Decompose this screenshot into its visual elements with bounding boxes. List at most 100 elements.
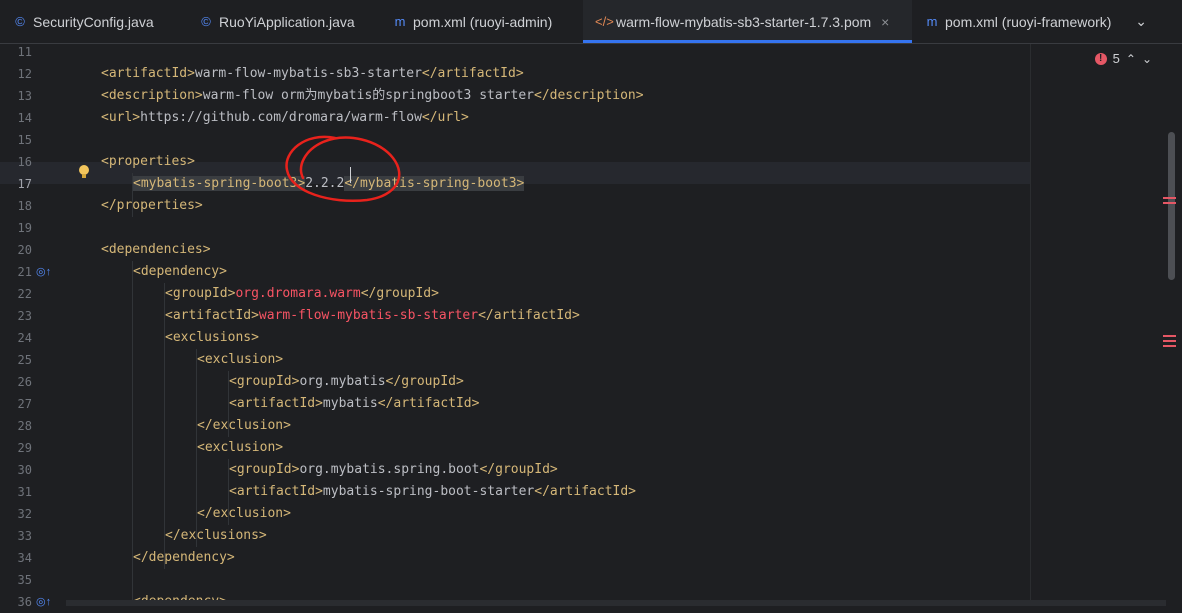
line-number: 14 — [17, 111, 32, 125]
line-number: 34 — [17, 551, 32, 565]
line-number: 32 — [17, 507, 32, 521]
maven-icon: m — [394, 14, 406, 29]
line-number: 27 — [17, 397, 32, 411]
line-number: 22 — [17, 287, 32, 301]
problem-count: 5 — [1112, 51, 1120, 66]
xml-tag: <artifactId> — [165, 308, 259, 323]
error-icon: ! — [1094, 52, 1107, 65]
xml-tag: <exclusions> — [165, 330, 259, 345]
xml-tag: </url> — [421, 110, 469, 125]
code-line[interactable]: <artifactId>warm-flow-mybatis-sb-starter… — [165, 305, 580, 327]
code-line[interactable]: </properties> — [101, 195, 203, 217]
previous-problem-icon[interactable]: ⌃ — [1126, 52, 1136, 66]
lightbulb-icon[interactable] — [77, 164, 91, 180]
code-line[interactable]: </exclusion> — [197, 415, 291, 437]
tab-list-chevron-icon[interactable]: ⌄ — [1135, 0, 1147, 43]
tab-label: warm-flow-mybatis-sb3-starter-1.7.3.pom — [616, 13, 872, 30]
c-class-icon: © — [201, 14, 211, 29]
code-line[interactable]: <dependency> — [133, 261, 227, 283]
line-number: 13 — [17, 89, 32, 103]
code-line[interactable]: </exclusions> — [165, 525, 267, 547]
code-line[interactable]: <artifactId>warm-flow-mybatis-sb3-starte… — [101, 63, 524, 85]
xml-text: warm-flow orm为mybatis的springboot3 starte… — [202, 88, 534, 103]
code-line[interactable]: <artifactId>mybatis-spring-boot-starter<… — [229, 481, 636, 503]
code-line[interactable]: <artifactId>mybatis</artifactId> — [229, 393, 479, 415]
implemented-up-icon[interactable]: ◎↑ — [36, 265, 51, 279]
xml-tag: <url> — [101, 110, 141, 125]
xml-tag: <properties> — [101, 154, 195, 169]
error-stripe-mark[interactable] — [1163, 345, 1176, 347]
indent-guide — [132, 261, 133, 606]
tab-1[interactable]: © RuoYiApplication.java — [186, 0, 380, 43]
line-number: 15 — [17, 133, 32, 147]
line-number: 35 — [17, 573, 32, 587]
code-line[interactable]: </exclusion> — [197, 503, 291, 525]
code-line[interactable]: <properties> — [101, 151, 195, 173]
xml-text: org.mybatis — [299, 374, 386, 389]
xml-tag: <artifactId> — [101, 66, 195, 81]
error-stripe-mark[interactable] — [1163, 197, 1176, 199]
indent-guide — [132, 173, 133, 217]
error-stripe-mark[interactable] — [1163, 335, 1176, 337]
xml-tag: <artifactId> — [229, 396, 323, 411]
xml-tag: </artifactId> — [534, 484, 636, 499]
tab-3[interactable]: </> warm-flow-mybatis-sb3-starter-1.7.3.p… — [583, 0, 912, 43]
xml-tag: </artifactId> — [478, 308, 580, 323]
tab-label: SecurityConfig.java — [33, 13, 154, 30]
tab-label: RuoYiApplication.java — [219, 13, 355, 30]
tab-2[interactable]: m pom.xml (ruoyi-admin) — [380, 0, 583, 43]
inspection-widget[interactable]: ! 5 ⌃ ⌄ — [1094, 51, 1152, 66]
line-number: 29 — [17, 441, 32, 455]
indent-guide — [228, 371, 229, 437]
indent-guide — [228, 459, 229, 525]
tab-label: pom.xml (ruoyi-framework) — [945, 13, 1112, 30]
xml-tag: <exclusion> — [197, 352, 284, 367]
editor-tab-bar: © SecurityConfig.java © RuoYiApplication.ja… — [0, 0, 1182, 44]
xml-tag: </description> — [534, 88, 644, 103]
xml-tag: </artifactId> — [377, 396, 480, 411]
xml-tag: <artifactId> — [229, 484, 323, 499]
implemented-up-icon[interactable]: ◎↑ — [36, 595, 51, 609]
error-stripe-mark[interactable] — [1163, 202, 1176, 204]
code-line[interactable]: <dependencies> — [101, 239, 211, 261]
close-tab-icon[interactable]: × — [881, 14, 889, 30]
xml-tag: </properties> — [101, 198, 203, 213]
horizontal-scrollbar[interactable] — [66, 600, 1166, 606]
xml-tag: <dependencies> — [101, 242, 211, 257]
xml-tag: </exclusions> — [165, 528, 267, 543]
code-line[interactable]: <groupId>org.mybatis.spring.boot</groupI… — [229, 459, 558, 481]
code-line[interactable]: <groupId>org.mybatis</groupId> — [229, 371, 464, 393]
line-number: 20 — [17, 243, 32, 257]
xml-icon: </> — [595, 14, 614, 29]
vertical-scrollbar[interactable] — [1168, 132, 1175, 280]
xml-tag: </artifactId> — [421, 66, 524, 81]
line-number: 36 — [17, 595, 32, 609]
xml-tag: </groupId> — [385, 374, 464, 389]
xml-tag: </dependency> — [133, 550, 235, 565]
xml-tag: <description> — [101, 88, 203, 103]
error-stripe-mark[interactable] — [1163, 340, 1176, 342]
code-line[interactable]: </dependency> — [133, 547, 235, 569]
xml-tag: <dependency> — [133, 264, 227, 279]
xml-text: https://github.com/dromara/warm-flow — [140, 110, 422, 125]
code-editor[interactable]: 11 12 13 14 15 16 17 18 19 20 21 22 23 24 25 26 27 28 29 30… — [0, 44, 1182, 609]
line-number: 31 — [17, 485, 32, 499]
code-line[interactable]: <description>warm-flow orm为mybatis的sprin… — [101, 85, 644, 107]
code-line[interactable]: <exclusion> — [197, 349, 283, 371]
tab-0[interactable]: © SecurityConfig.java — [0, 0, 186, 43]
line-number: 11 — [17, 45, 32, 59]
code-area[interactable]: <artifactId>warm-flow-mybatis-sb3-starte… — [66, 44, 1030, 606]
code-line[interactable]: <exclusion> — [197, 437, 283, 459]
code-line[interactable]: <exclusions> — [165, 327, 259, 349]
tab-4[interactable]: m pom.xml (ruoyi-framework) — [912, 0, 1132, 43]
xml-tag: <groupId> — [165, 286, 236, 301]
xml-tag: <groupId> — [229, 374, 300, 389]
tab-label: pom.xml (ruoyi-admin) — [413, 13, 553, 30]
code-line[interactable]: <url>https://github.com/dromara/warm-flo… — [101, 107, 469, 129]
line-number: 25 — [17, 353, 32, 367]
line-number: 17 — [17, 177, 32, 191]
next-problem-icon[interactable]: ⌄ — [1142, 52, 1152, 66]
xml-tag: </groupId> — [360, 286, 439, 301]
code-line[interactable]: <groupId>org.dromara.warm</groupId> — [165, 283, 439, 305]
xml-tag: <groupId> — [229, 462, 300, 477]
